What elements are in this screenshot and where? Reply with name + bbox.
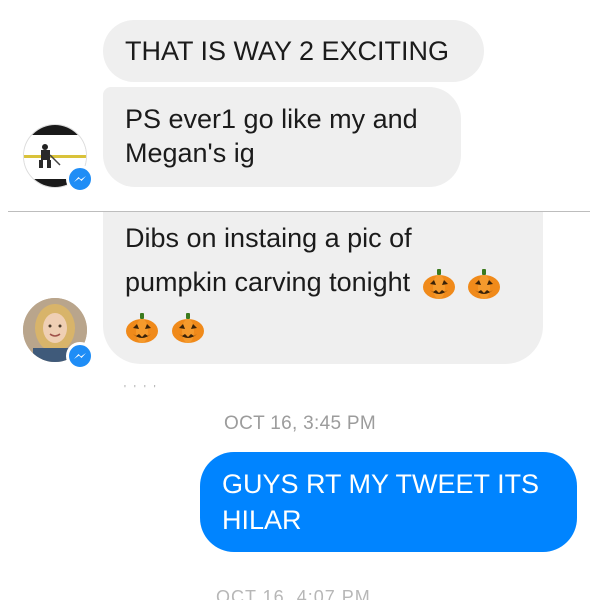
- incoming-message-bubble[interactable]: Dibs on instaing a pic of pumpkin carvin…: [103, 212, 543, 364]
- emoji-row: [125, 304, 543, 348]
- jack-o-lantern-icon: [422, 268, 456, 300]
- message-text-line: Dibs on instaing a pic of: [125, 223, 412, 253]
- jack-o-lantern-icon: [171, 312, 205, 344]
- outgoing-message-bubble[interactable]: GUYS RT MY TWEET ITS HILAR: [200, 452, 577, 552]
- message-text-line: Megan's ig: [125, 138, 255, 168]
- message-text: THAT IS WAY 2 EXCITING: [125, 36, 450, 66]
- message-text-line-with-emoji: pumpkin carving tonight: [125, 260, 543, 304]
- incoming-message-bubble[interactable]: THAT IS WAY 2 EXCITING: [103, 20, 484, 82]
- messenger-badge-icon: [66, 342, 94, 370]
- message-timestamp: OCT 16, 3:45 PM: [224, 413, 376, 434]
- incoming-message-bubble[interactable]: PS ever1 go like my and Megan's ig: [103, 87, 461, 187]
- message-text: GUYS RT MY TWEET ITS HILAR: [222, 469, 540, 535]
- jack-o-lantern-icon: [467, 268, 501, 300]
- scroll-mark: ˇ: [144, 0, 148, 8]
- message-text-line: PS ever1 go like my and: [125, 104, 418, 134]
- jack-o-lantern-icon: [125, 312, 159, 344]
- partial-dots: '''': [124, 384, 164, 395]
- messenger-badge-icon: [66, 165, 94, 193]
- message-text: pumpkin carving tonight: [125, 267, 411, 297]
- cutoff-timestamp: OCT 16, 4:07 PM: [216, 587, 371, 600]
